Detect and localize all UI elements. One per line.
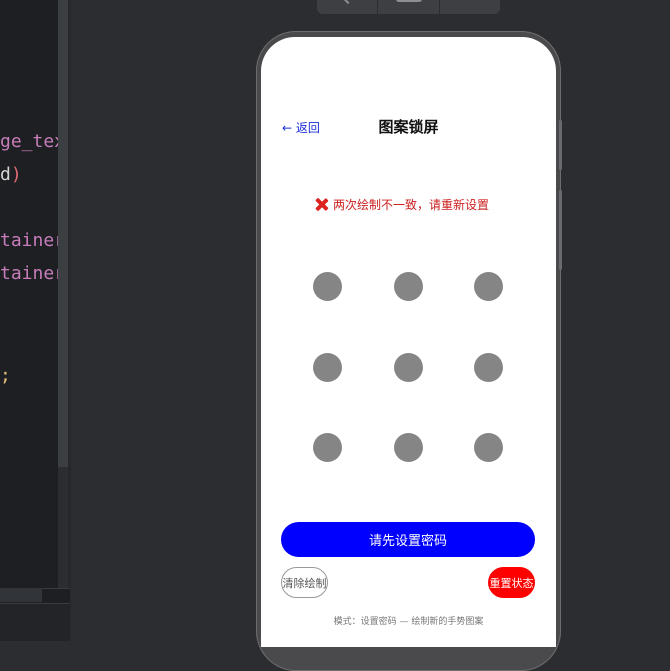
phone-screen: ← 返回 图案锁屏 两次绘制不一致，请重新设置 请先设置密码 清除绘制 重置状态… [261, 37, 556, 647]
pattern-dot-7[interactable] [313, 433, 342, 462]
reset-state-button[interactable]: 重置状态 [488, 567, 535, 598]
pattern-dot-6[interactable] [474, 353, 503, 382]
device-toolbar [317, 0, 500, 14]
code-line: d) [0, 164, 22, 185]
device-recents-icon[interactable] [440, 0, 500, 14]
device-home-icon[interactable] [378, 0, 440, 14]
error-x-icon [315, 198, 328, 211]
code-line: ge_tex [0, 131, 58, 152]
code-line: tainer [0, 263, 58, 284]
clear-drawing-button[interactable]: 清除绘制 [281, 567, 328, 598]
phone-power-button [559, 120, 562, 170]
code-line: ; [0, 365, 11, 386]
pattern-dot-5[interactable] [394, 353, 423, 382]
editor-footer [0, 603, 70, 641]
pattern-dot-3[interactable] [474, 272, 503, 301]
page-title: 图案锁屏 [378, 118, 439, 136]
pattern-dot-9[interactable] [474, 433, 503, 462]
pattern-dot-1[interactable] [313, 272, 342, 301]
code-line: tainer [0, 230, 58, 251]
code-editor: ge_tex d) tainer tainer ; [0, 0, 58, 590]
editor-divider [68, 0, 71, 640]
set-password-button[interactable]: 请先设置密码 [281, 522, 535, 557]
pattern-dot-2[interactable] [394, 272, 423, 301]
mode-hint: 模式：设置密码 — 绘制新的手势图案 [333, 617, 484, 627]
editor-horizontal-scrollbar-thumb[interactable] [0, 588, 42, 602]
phone-volume-button [559, 190, 562, 270]
error-message: 两次绘制不一致，请重新设置 [315, 196, 489, 213]
pattern-dot-4[interactable] [313, 353, 342, 382]
pattern-dot-8[interactable] [394, 433, 423, 462]
device-back-icon[interactable] [317, 0, 379, 14]
error-message-text: 两次绘制不一致，请重新设置 [333, 198, 490, 212]
